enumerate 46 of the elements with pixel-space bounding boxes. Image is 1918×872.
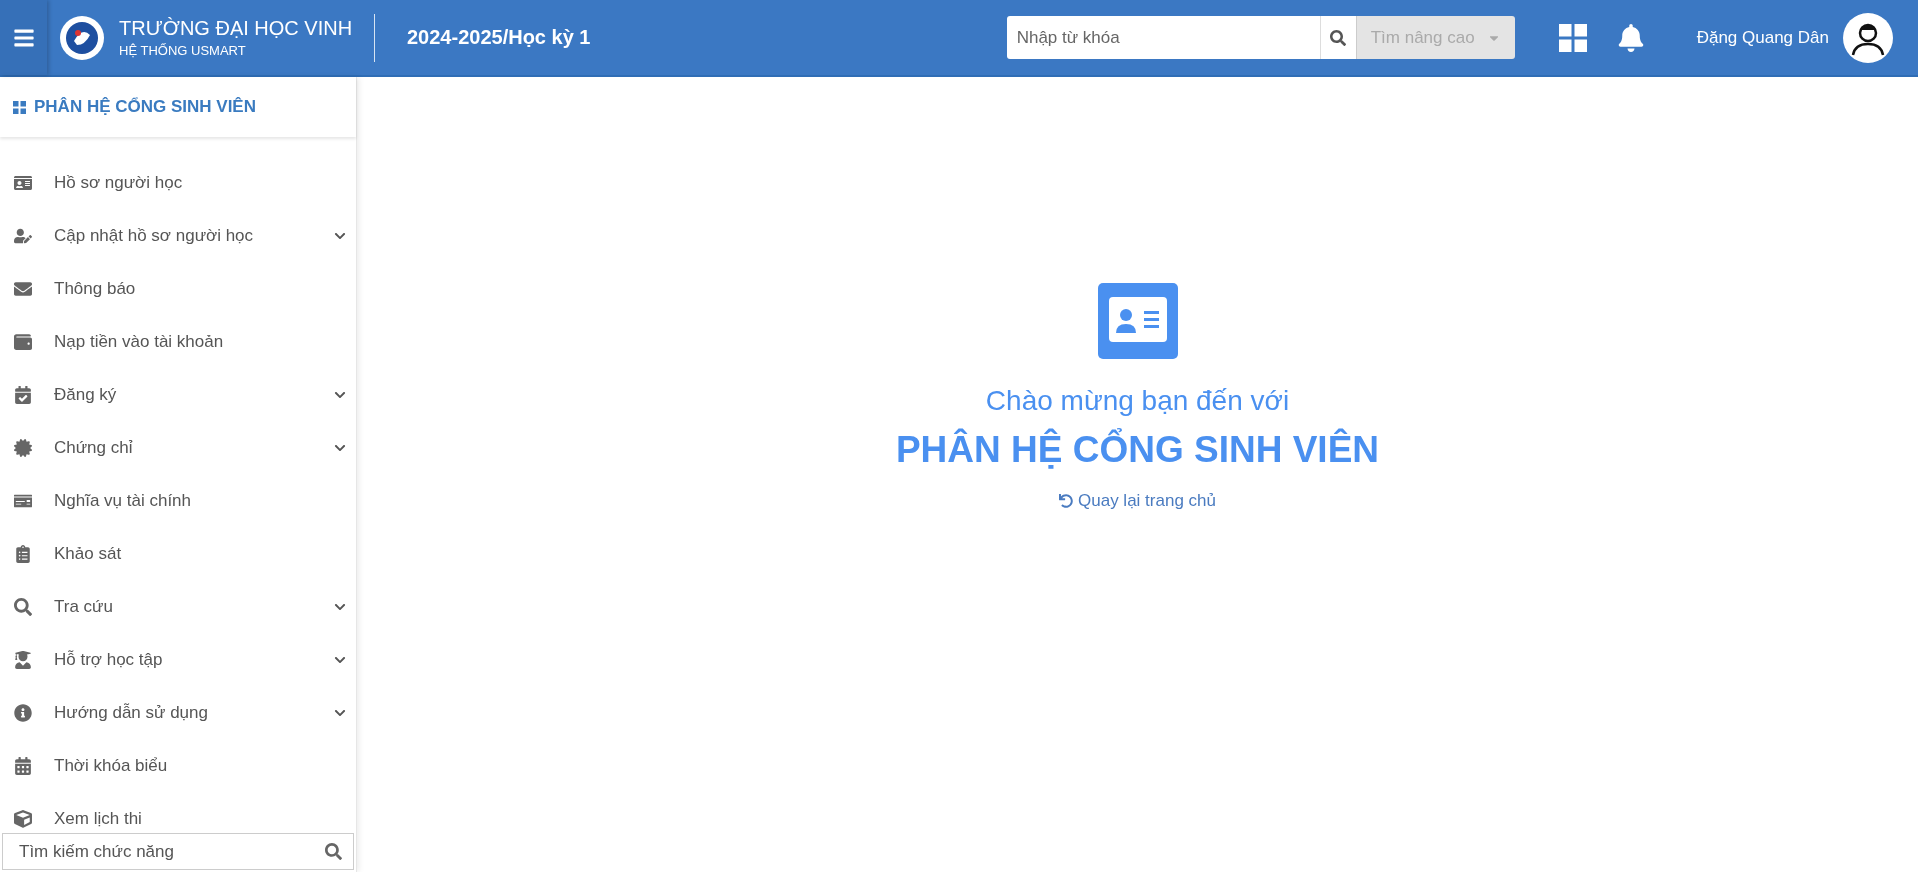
term-label: 2024-2025/Học kỳ 1 — [407, 26, 591, 49]
calendar-check-icon — [14, 385, 32, 404]
sidebar-title: PHÂN HỆ CỔNG SINH VIÊN — [34, 97, 256, 117]
wallet-icon — [14, 332, 32, 351]
search-button[interactable] — [1319, 16, 1356, 59]
avatar-icon[interactable] — [1843, 12, 1893, 63]
sidebar-item[interactable]: Thời khóa biểu — [0, 739, 356, 792]
function-search-field[interactable]: Tìm kiếm chức năng — [2, 833, 354, 870]
sidebar-item[interactable]: Nghĩa vụ tài chính — [0, 474, 356, 527]
system-name: HỆ THỐNG USMART — [119, 43, 247, 58]
sidebar-item[interactable]: Xem lịch thi — [0, 792, 356, 833]
menu-button[interactable] — [0, 0, 47, 75]
user-name[interactable]: Đặng Quang Dân — [1696, 27, 1829, 48]
sidebar-item[interactable]: Nạp tiền vào tài khoản — [0, 315, 356, 368]
search-icon — [325, 843, 342, 860]
sidebar-item[interactable]: Hỗ trợ học tập — [0, 633, 356, 686]
sidebar-item[interactable]: Thông báo — [0, 262, 356, 315]
school-name: TRƯỜNG ĐẠI HỌC VINH — [119, 17, 353, 40]
envelope-icon — [14, 279, 32, 298]
sidebar-item[interactable]: Tra cứu — [0, 580, 356, 633]
clipboard-icon — [14, 544, 32, 563]
sidebar-item[interactable]: Đăng ký — [0, 368, 356, 421]
certificate-icon — [14, 438, 32, 457]
user-edit-icon — [14, 226, 32, 245]
id-card-icon — [14, 173, 32, 192]
notification-bell-icon[interactable] — [1616, 23, 1645, 52]
apps-grid-icon[interactable] — [1558, 23, 1587, 52]
search-icon — [14, 597, 32, 616]
cube-icon — [14, 809, 32, 828]
welcome-text: Chào mừng bạn đến với — [985, 385, 1290, 417]
calendar-icon — [14, 756, 32, 775]
grid-icon — [13, 100, 26, 114]
undo-icon — [1059, 494, 1073, 508]
sidebar-item[interactable]: Khảo sát — [0, 527, 356, 580]
sidebar-item[interactable]: Chứng chỉ — [0, 421, 356, 474]
sidebar-item[interactable]: Cập nhật hồ sơ người học — [0, 209, 356, 262]
sidebar-item[interactable]: Hồ sơ người học — [0, 156, 356, 209]
sidebar-item[interactable]: Hướng dẫn sử dụng — [0, 686, 356, 739]
graduate-icon — [14, 650, 32, 669]
id-card-icon — [1097, 283, 1178, 359]
info-icon — [14, 703, 32, 722]
search-icon — [1330, 29, 1347, 46]
back-home-link[interactable]: Quay lại trang chủ — [1059, 491, 1216, 511]
search-field[interactable]: Nhập từ khóa — [1006, 16, 1320, 59]
university-logo — [59, 14, 105, 61]
portal-title: PHÂN HỆ CỔNG SINH VIÊN — [895, 429, 1380, 471]
